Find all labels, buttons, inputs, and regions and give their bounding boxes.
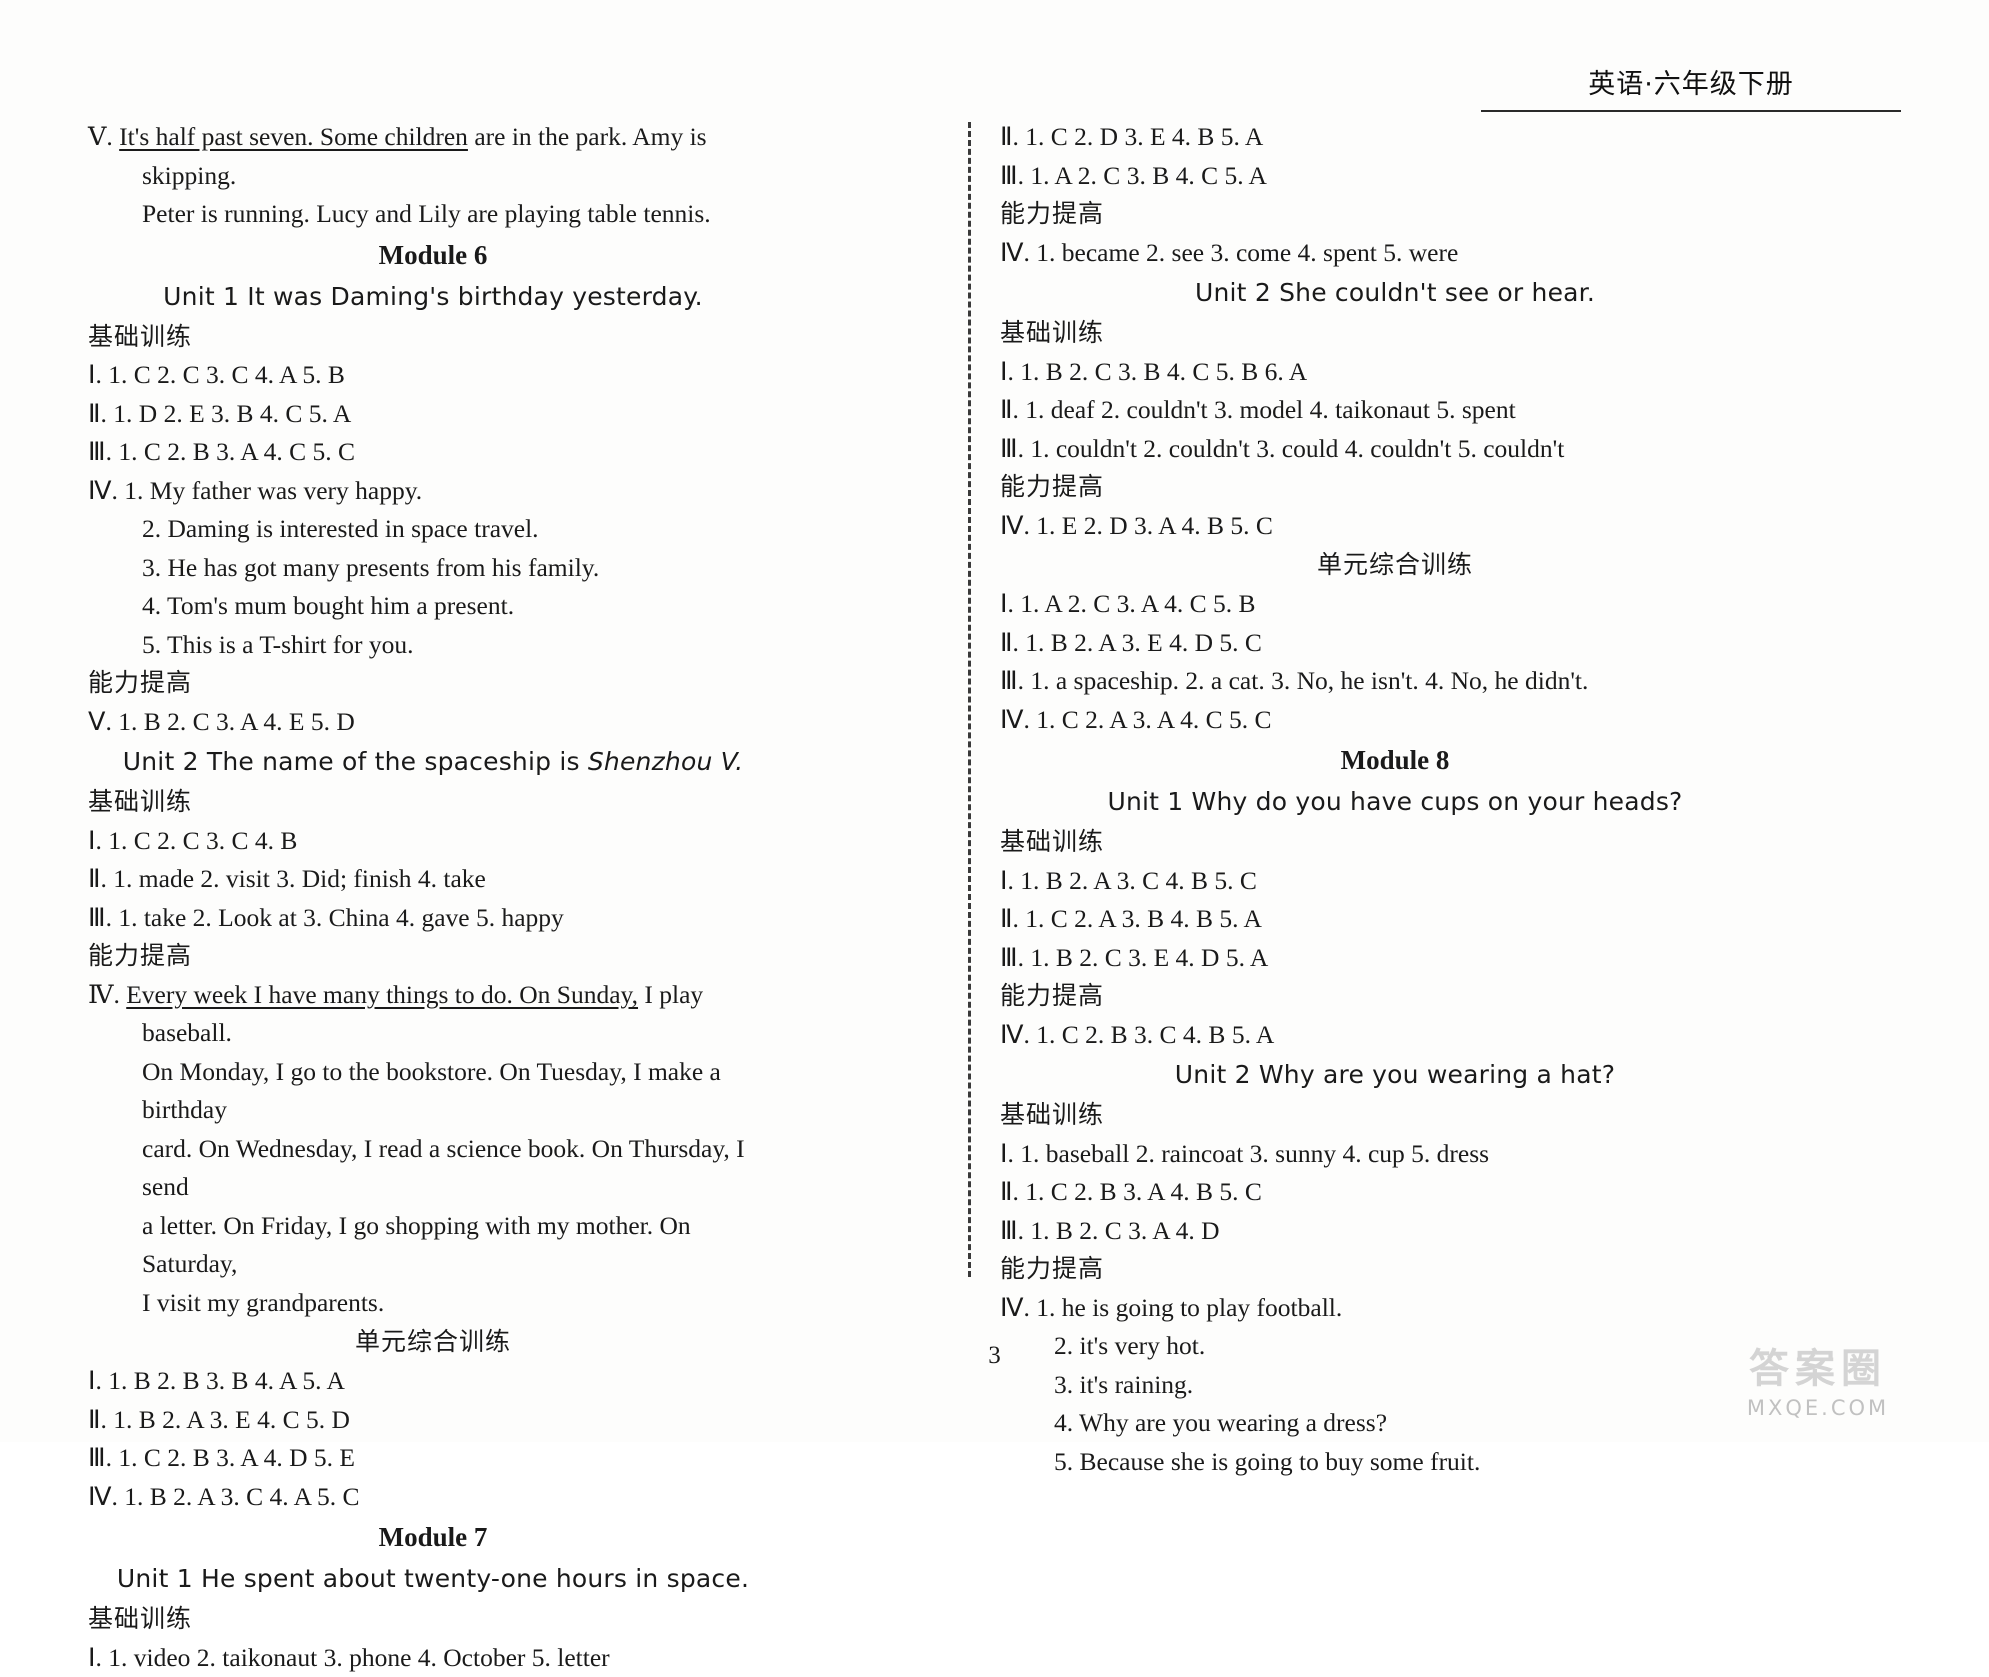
answer-subrow: 4. Tom's mum bought him a present.	[88, 587, 778, 626]
content-columns: Ⅴ. It's half past seven. Some children a…	[0, 118, 1989, 1308]
ability-improvement-label: 能力提高	[1000, 468, 1790, 507]
answer-row: Ⅱ. 1. C 2. B 3. A 4. B 5. C	[1000, 1173, 1790, 1212]
answer-row: Ⅰ. 1. B 2. A 3. C 4. B 5. C	[1000, 862, 1790, 901]
answer-row: Ⅳ. 1. B 2. A 3. C 4. A 5. C	[88, 1478, 778, 1517]
module-8-heading: Module 8	[1000, 739, 1790, 781]
answer-row: Ⅲ. 1. B 2. C 3. A 4. D	[1000, 1212, 1790, 1251]
answer-row: Ⅳ. 1. C 2. B 3. C 4. B 5. A	[1000, 1016, 1790, 1055]
module-7-heading: Module 7	[88, 1516, 778, 1558]
page-header: 英语·六年级下册	[1481, 62, 1901, 112]
page-number: 3	[988, 1342, 1001, 1370]
m8-unit1-heading: Unit 1 Why do you have cups on your head…	[1000, 781, 1790, 823]
answer-subrow: 2. Daming is interested in space travel.	[88, 510, 778, 549]
answer-row: Ⅳ. 1. became 2. see 3. come 4. spent 5. …	[1000, 234, 1790, 273]
basic-training-label: 基础训练	[88, 318, 778, 357]
answer-paragraph-IV: Ⅳ. Every week I have many things to do. …	[88, 976, 778, 1323]
answer-row: Ⅱ. 1. B 2. A 3. E 4. D 5. C	[1000, 624, 1790, 663]
answer-row: Ⅱ. 1. made 2. visit 3. Did; finish 4. ta…	[88, 860, 778, 899]
answer-row: Ⅳ. 1. he is going to play football.	[1000, 1289, 1790, 1328]
answer-row: Ⅲ. 1. a spaceship. 2. a cat. 3. No, he i…	[1000, 662, 1790, 701]
answer-row: Ⅲ. 1. C 2. B 3. A 4. C 5. C	[88, 433, 778, 472]
comprehensive-training-label: 单元综合训练	[88, 1322, 778, 1362]
ability-improvement-label: 能力提高	[88, 937, 778, 976]
answer-row: Ⅳ. 1. My father was very happy.	[88, 472, 778, 511]
module-6-heading: Module 6	[88, 234, 778, 276]
basic-training-label: 基础训练	[88, 1600, 778, 1639]
ability-improvement-label: 能力提高	[88, 664, 778, 703]
answer-row: Ⅲ. 1. take 2. Look at 3. China 4. gave 5…	[88, 899, 778, 938]
answer-row: Ⅰ. 1. video 2. taikonaut 3. phone 4. Oct…	[88, 1639, 778, 1677]
basic-training-label: 基础训练	[1000, 823, 1790, 862]
right-column: Ⅱ. 1. C 2. D 3. E 4. B 5. AⅢ. 1. A 2. C …	[1000, 118, 1790, 1481]
answer-row: Ⅳ. 1. E 2. D 3. A 4. B 5. C	[1000, 507, 1790, 546]
left-column: Ⅴ. It's half past seven. Some children a…	[88, 118, 778, 1677]
book-title: 英语·六年级下册	[1481, 62, 1901, 101]
watermark: 答案圈 MXQE.COM	[1693, 1336, 1943, 1420]
answer-row: Ⅱ. 1. C 2. D 3. E 4. B 5. A	[1000, 118, 1790, 157]
m7-unit2-heading: Unit 2 She couldn't see or hear.	[1000, 272, 1790, 314]
basic-training-label: 基础训练	[88, 783, 778, 822]
m6-unit1-heading: Unit 1 It was Daming's birthday yesterda…	[88, 276, 778, 318]
answer-row: Ⅰ. 1. C 2. C 3. C 4. B	[88, 822, 778, 861]
m6-unit2-heading: Unit 2 The name of the spaceship is Shen…	[88, 741, 778, 783]
answer-row: Ⅲ. 1. B 2. C 3. E 4. D 5. A	[1000, 939, 1790, 978]
answer-row: Ⅰ. 1. C 2. C 3. C 4. A 5. B	[88, 356, 778, 395]
header-divider	[1481, 110, 1901, 112]
answer-row: Ⅱ. 1. B 2. A 3. E 4. C 5. D	[88, 1401, 778, 1440]
answer-row: Ⅰ. 1. A 2. C 3. A 4. C 5. B	[1000, 585, 1790, 624]
answer-row: Ⅱ. 1. D 2. E 3. B 4. C 5. A	[88, 395, 778, 434]
answer-row: Ⅲ. 1. A 2. C 3. B 4. C 5. A	[1000, 157, 1790, 196]
answer-subrow: 4. Why are you wearing a dress?	[1000, 1404, 1790, 1443]
answer-row: Ⅲ. 1. C 2. B 3. A 4. D 5. E	[88, 1439, 778, 1478]
answer-paragraph-V: Ⅴ. It's half past seven. Some children a…	[88, 118, 778, 234]
answer-row: Ⅳ. 1. C 2. A 3. A 4. C 5. C	[1000, 701, 1790, 740]
answer-row: Ⅱ. 1. deaf 2. couldn't 3. model 4. taiko…	[1000, 391, 1790, 430]
answer-subrow: 5. This is a T-shirt for you.	[88, 626, 778, 665]
answer-subrow: 3. He has got many presents from his fam…	[88, 549, 778, 588]
ability-improvement-label: 能力提高	[1000, 977, 1790, 1016]
watermark-url: MXQE.COM	[1693, 1396, 1943, 1420]
m8-unit2-heading: Unit 2 Why are you wearing a hat?	[1000, 1054, 1790, 1096]
ability-improvement-label: 能力提高	[1000, 1250, 1790, 1289]
basic-training-label: 基础训练	[1000, 1096, 1790, 1135]
answer-subrow: 3. it's raining.	[1000, 1366, 1790, 1405]
answer-row: Ⅱ. 1. C 2. A 3. B 4. B 5. A	[1000, 900, 1790, 939]
answer-key-page: 英语·六年级下册 Ⅴ. It's half past seven. Some c…	[0, 0, 1989, 1442]
answer-row: Ⅰ. 1. B 2. B 3. B 4. A 5. A	[88, 1362, 778, 1401]
basic-training-label: 基础训练	[1000, 314, 1790, 353]
ability-improvement-label: 能力提高	[1000, 195, 1790, 234]
answer-row: Ⅲ. 1. couldn't 2. couldn't 3. could 4. c…	[1000, 430, 1790, 469]
answer-row: Ⅴ. 1. B 2. C 3. A 4. E 5. D	[88, 703, 778, 742]
comprehensive-training-label: 单元综合训练	[1000, 545, 1790, 585]
answer-row: Ⅰ. 1. baseball 2. raincoat 3. sunny 4. c…	[1000, 1135, 1790, 1174]
answer-subrow: 5. Because she is going to buy some frui…	[1000, 1443, 1790, 1482]
answer-row: Ⅰ. 1. B 2. C 3. B 4. C 5. B 6. A	[1000, 353, 1790, 392]
watermark-badge: 答案圈	[1693, 1336, 1943, 1394]
m7-unit1-heading: Unit 1 He spent about twenty-one hours i…	[88, 1558, 778, 1600]
answer-subrow: 2. it's very hot.	[1000, 1327, 1790, 1366]
